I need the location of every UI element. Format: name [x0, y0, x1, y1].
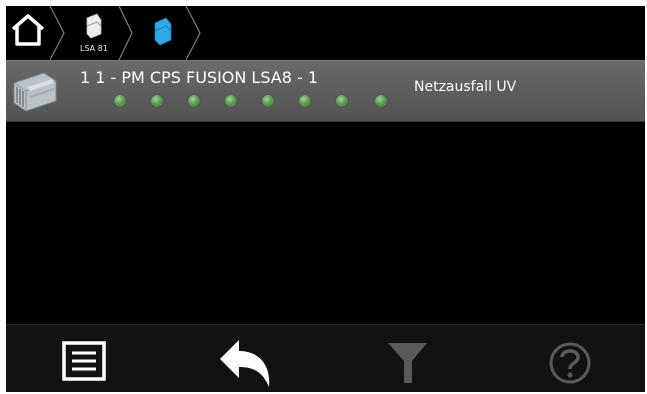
breadcrumb: LSA 81: [6, 6, 645, 60]
device-title: 1 1 - PM CPS FUSION LSA8 - 1: [80, 68, 319, 87]
module-selected-icon: [154, 6, 201, 60]
breadcrumb-item-current[interactable]: [132, 6, 206, 60]
status-led: [375, 95, 387, 107]
status-led: [114, 95, 126, 107]
home-icon: [11, 6, 65, 60]
help-icon: [549, 342, 591, 384]
status-led: [188, 95, 200, 107]
back-arrow-icon: [220, 340, 270, 387]
filter-button[interactable]: [348, 325, 468, 392]
status-led: [336, 95, 348, 107]
breadcrumb-item-lsa81[interactable]: LSA 81: [64, 6, 136, 60]
filter-icon: [388, 343, 427, 383]
status-led: [262, 95, 274, 107]
device-status: Netzausfall UV: [414, 79, 517, 95]
help-button[interactable]: [506, 325, 626, 392]
screen: LSA 81 1 1 - PM CPS FUSION LSA8 - 1 Netz…: [6, 6, 645, 392]
device-module-icon: [13, 72, 57, 112]
status-led: [299, 95, 311, 107]
list-button[interactable]: [26, 325, 146, 392]
list-icon: [62, 341, 106, 381]
back-button[interactable]: [187, 325, 307, 392]
device-list-item[interactable]: 1 1 - PM CPS FUSION LSA8 - 1 Netzausfall…: [6, 60, 645, 122]
status-led: [151, 95, 163, 107]
status-led: [225, 95, 237, 107]
breadcrumb-item-home[interactable]: [6, 6, 68, 60]
breadcrumb-item-label: LSA 81: [80, 44, 108, 53]
bottom-toolbar: [6, 324, 645, 392]
